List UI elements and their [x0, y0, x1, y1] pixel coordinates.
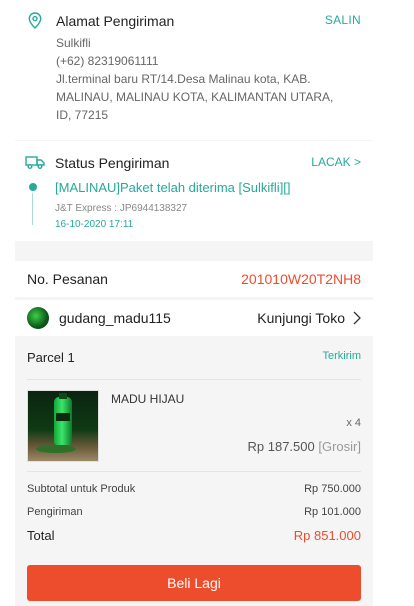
address-line-1: Jl.terminal baru RT/14.Desa Malinau kota… — [56, 72, 311, 86]
track-button[interactable]: LACAK > — [311, 155, 361, 169]
order-detail-page: Alamat Pengiriman SALIN Sulkifli (+62) 8… — [15, 0, 373, 606]
order-number-value[interactable]: 201010W20T2NH8 — [241, 271, 361, 287]
shipping-fee-row: Pengiriman Rp 101.000 — [27, 506, 361, 518]
parcel-section: Parcel 1 Terkirim MADU HIJAU x 4 Rp 187.… — [15, 339, 373, 554]
subtotal-label: Subtotal untuk Produk — [27, 483, 136, 495]
address-line-3: ID, 77215 — [56, 108, 109, 122]
shipping-status-section: Status Pengiriman LACAK > [MALINAU]Paket… — [15, 141, 373, 241]
shipping-fee-label: Pengiriman — [27, 506, 83, 518]
parcel-status-badge: Terkirim — [322, 350, 362, 362]
subtotal-row: Subtotal untuk Produk Rp 750.000 — [27, 483, 361, 495]
product-quantity: x 4 — [346, 417, 361, 429]
total-value: Rp 851.000 — [293, 528, 361, 543]
recipient-phone: (+62) 82319061111 — [56, 54, 159, 68]
divider — [27, 471, 361, 472]
divider — [27, 379, 361, 380]
parcel-label: Parcel 1 — [27, 350, 75, 365]
price-value: Rp 187.500 — [247, 439, 315, 454]
product-price: Rp 187.500 [Grosir] — [248, 439, 361, 454]
product-image[interactable] — [27, 390, 99, 462]
total-row: Total Rp 851.000 — [27, 528, 361, 543]
total-label: Total — [27, 528, 55, 543]
timeline-dot — [29, 183, 37, 191]
truck-icon — [25, 156, 45, 169]
order-number-label: No. Pesanan — [27, 271, 108, 287]
timeline-line — [32, 193, 33, 225]
shipping-status-title: Status Pengiriman — [55, 155, 170, 171]
courier-info: J&T Express : JP6944138327 — [55, 203, 188, 214]
buy-again-button[interactable]: Beli Lagi — [27, 565, 361, 601]
subtotal-value: Rp 750.000 — [304, 483, 361, 495]
location-pin-icon — [28, 12, 42, 29]
address-title: Alamat Pengiriman — [56, 13, 175, 29]
order-number-row: No. Pesanan 201010W20T2NH8 — [15, 261, 373, 297]
latest-tracking-event: [MALINAU]Paket telah diterima [Sulkifli]… — [55, 180, 291, 195]
copy-address-button[interactable]: SALIN — [325, 13, 361, 27]
recipient-name: Sulkifli — [56, 36, 91, 50]
shop-avatar — [27, 307, 49, 329]
chevron-right-icon — [353, 311, 361, 325]
shop-row[interactable]: gudang_madu115 Kunjungi Toko — [15, 300, 373, 336]
shipping-fee-value: Rp 101.000 — [304, 506, 361, 518]
address-line-2: MALINAU, MALINAU KOTA, KALIMANTAN UTARA, — [56, 90, 334, 104]
product-name[interactable]: MADU HIJAU — [111, 392, 184, 406]
tracking-time: 16-10-2020 17:11 — [55, 219, 134, 230]
shipping-address-section: Alamat Pengiriman SALIN Sulkifli (+62) 8… — [15, 0, 373, 140]
visit-shop-button[interactable]: Kunjungi Toko — [257, 310, 345, 326]
shop-name: gudang_madu115 — [59, 310, 171, 326]
price-type: [Grosir] — [318, 439, 361, 454]
